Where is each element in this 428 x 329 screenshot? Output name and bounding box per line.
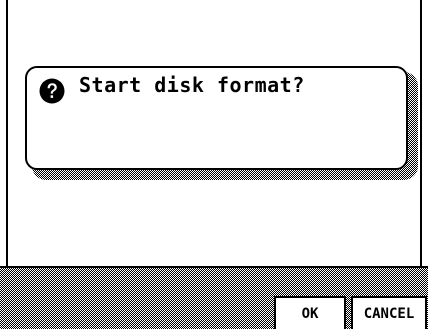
left-frame-line: [6, 0, 8, 268]
right-frame-line: [420, 0, 422, 268]
question-icon: [39, 78, 65, 104]
cancel-button[interactable]: CANCEL: [351, 296, 427, 329]
ok-button[interactable]: OK: [274, 296, 346, 329]
confirm-dialog: Start disk format?: [25, 66, 408, 170]
dialog-message: Start disk format?: [79, 73, 305, 97]
lcd-screen: Start disk format? OK CANCEL: [0, 0, 428, 329]
